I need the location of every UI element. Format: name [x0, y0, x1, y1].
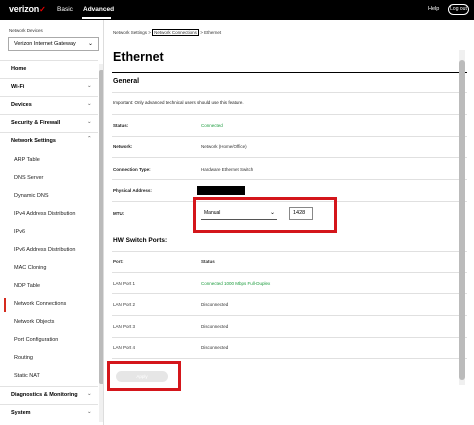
sidebar-item-routing[interactable]: Routing	[14, 355, 33, 361]
sidebar-item-ipv6[interactable]: IPv6	[14, 229, 25, 235]
divider	[0, 78, 98, 79]
chevron-up-icon[interactable]: ⌃	[87, 136, 92, 142]
port-name: LAN Port 2	[113, 302, 136, 307]
port-status: Connected 1000 Mbps Full-Duplex	[201, 281, 271, 286]
main-scrollbar-thumb[interactable]	[459, 60, 465, 380]
divider	[112, 337, 467, 338]
divider	[112, 251, 467, 252]
sidebar-item-network-objects[interactable]: Network Objects	[14, 319, 54, 325]
breadcrumb: Network Settings > Network Connections >…	[113, 29, 222, 36]
divider	[112, 157, 467, 158]
sidebar-item-port-configuration[interactable]: Port Configuration	[14, 337, 58, 343]
divider	[0, 132, 98, 133]
chevron-down-icon[interactable]: ⌄	[87, 119, 92, 125]
logout-button[interactable]: Log out	[448, 4, 469, 15]
device-select-value: Verizon Internet Gateway	[14, 41, 76, 47]
active-item-indicator	[4, 298, 6, 312]
status-value: Connected	[201, 123, 223, 128]
port-name: LAN Port 1	[113, 281, 136, 286]
main-content: Network Settings > Network Connections >…	[104, 20, 474, 425]
sidebar-item-diagnostics-monitoring[interactable]: Diagnostics & Monitoring	[11, 392, 78, 398]
sidebar-item-mac-cloning[interactable]: MAC Cloning	[14, 265, 46, 271]
divider	[0, 96, 98, 97]
divider	[0, 404, 98, 405]
breadcrumb-network-settings[interactable]: Network Settings	[113, 30, 147, 35]
sidebar-item-network-settings[interactable]: Network Settings	[11, 138, 56, 144]
network-devices-label: Network Devices	[9, 28, 43, 33]
divider	[112, 136, 467, 137]
divider	[112, 293, 467, 294]
sidebar-item-dns-server[interactable]: DNS Server	[14, 175, 43, 181]
page-title: Ethernet	[113, 50, 164, 64]
physical-address-label: Physical Address:	[113, 188, 152, 193]
divider	[0, 386, 98, 387]
sidebar-item-ipv6-address-distribution[interactable]: IPv6 Address Distribution	[14, 247, 75, 253]
top-navigation-bar: verizon✓ Basic Advanced Help Log out	[0, 0, 474, 20]
mtu-label: MTU:	[113, 211, 125, 216]
sidebar-item-ipv4-address-distribution[interactable]: IPv4 Address Distribution	[14, 211, 75, 217]
sidebar: Network Devices Verizon Internet Gateway…	[0, 20, 104, 425]
port-status: Disconnected	[201, 324, 229, 329]
divider	[112, 114, 467, 115]
section-heading-hw-switch-ports: HW Switch Ports:	[113, 237, 168, 244]
divider	[0, 114, 98, 115]
active-tab-indicator	[82, 17, 111, 19]
sidebar-item-dynamic-dns[interactable]: Dynamic DNS	[14, 193, 49, 199]
port-name: LAN Port 3	[113, 324, 136, 329]
port-name: LAN Port 4	[113, 345, 136, 350]
tab-advanced[interactable]: Advanced	[83, 6, 114, 13]
tab-basic[interactable]: Basic	[57, 6, 73, 13]
sidebar-item-ndp-table[interactable]: NDP Table	[14, 283, 40, 289]
device-select[interactable]: Verizon Internet Gateway ⌄	[8, 37, 99, 51]
section-heading-general: General	[113, 78, 140, 85]
highlight-box	[193, 197, 337, 233]
chevron-down-icon: ⌄	[87, 41, 93, 47]
connection-type-value: Hardware Ethernet Switch	[201, 167, 254, 172]
warning-note: Important: Only advanced technical users…	[113, 100, 244, 105]
sidebar-item-network-connections[interactable]: Network Connections	[14, 301, 66, 307]
chevron-down-icon[interactable]: ⌄	[87, 409, 92, 415]
sidebar-item-arp-table[interactable]: ARP Table	[14, 157, 40, 163]
divider	[112, 272, 467, 273]
divider	[112, 72, 467, 73]
redacted-mac-address	[197, 186, 245, 195]
sidebar-item-wifi[interactable]: Wi-Fi	[11, 84, 24, 90]
divider	[0, 60, 98, 61]
divider	[112, 358, 467, 359]
divider	[112, 92, 467, 93]
sidebar-item-static-nat[interactable]: Static NAT	[14, 373, 40, 379]
divider	[112, 315, 467, 316]
network-label: Network:	[113, 144, 133, 149]
sidebar-item-system[interactable]: System	[11, 410, 31, 416]
chevron-down-icon[interactable]: ⌄	[87, 391, 92, 397]
breadcrumb-ethernet: Ethernet	[204, 30, 222, 35]
help-link[interactable]: Help	[428, 6, 439, 12]
sidebar-item-home[interactable]: Home	[11, 66, 26, 72]
connection-type-label: Connection Type:	[113, 167, 151, 172]
column-header-status: Status	[201, 259, 215, 264]
verizon-logo[interactable]: verizon✓	[9, 4, 46, 14]
logo-check-icon: ✓	[39, 5, 46, 14]
sidebar-item-security-firewall[interactable]: Security & Firewall	[11, 120, 60, 126]
status-label: Status:	[113, 123, 129, 128]
divider	[112, 179, 467, 180]
chevron-down-icon[interactable]: ⌄	[87, 83, 92, 89]
sidebar-item-devices[interactable]: Devices	[11, 102, 32, 108]
highlight-box	[107, 361, 181, 391]
column-header-port: Port:	[113, 259, 124, 264]
port-status: Disconnected	[201, 345, 229, 350]
network-value: Network (Home/Office)	[201, 144, 247, 149]
logo-text: verizon	[9, 4, 40, 14]
chevron-down-icon[interactable]: ⌄	[87, 101, 92, 107]
breadcrumb-network-connections[interactable]: Network Connections	[152, 29, 199, 36]
port-status: Disconnected	[201, 302, 229, 307]
